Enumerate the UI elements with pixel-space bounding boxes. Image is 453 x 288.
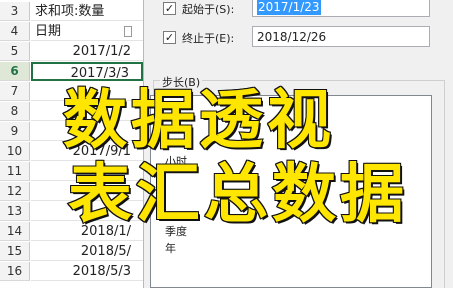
active-cell[interactable]: 2017/3/3 [31, 62, 143, 81]
table-cell[interactable]: 求和项:数量 [31, 2, 143, 21]
screen: 3 求和项:数量 4 日期 5 2017/1/2 6 2017/3/3 7 8 9 10 2017/9/… [0, 0, 453, 288]
row-header[interactable]: 14 [0, 222, 30, 241]
row-header[interactable]: 7 [0, 82, 30, 101]
row-header[interactable]: 5 [0, 42, 30, 61]
row-header[interactable]: 16 [0, 262, 30, 281]
row-header[interactable]: 6 [0, 62, 30, 81]
table-cell[interactable]: 2018/5/3 [31, 262, 143, 281]
overlay-title-line2: 表汇总数据 [67, 158, 408, 232]
row-header[interactable]: 4 [0, 22, 30, 41]
row-header[interactable]: 15 [0, 242, 30, 261]
start-at-value: 2017/1/23 [257, 0, 321, 15]
start-at-label: 起始于(S): [182, 3, 235, 16]
row-header[interactable]: 11 [0, 162, 30, 181]
row-header[interactable]: 13 [0, 202, 30, 221]
row-header[interactable]: 10 [0, 142, 30, 161]
end-at-label: 终止于(E): [182, 32, 235, 45]
row-header[interactable]: 3 [0, 2, 30, 21]
table-cell[interactable]: 2018/5/ [31, 242, 143, 261]
end-at-value: 2018/12/26 [257, 30, 327, 44]
step-item-year[interactable]: 年 [165, 240, 176, 256]
filter-dropdown-icon[interactable] [124, 26, 132, 37]
row-header[interactable]: 8 [0, 102, 30, 121]
end-at-input[interactable]: 2018/12/26 [252, 26, 430, 47]
row-header[interactable]: 9 [0, 122, 30, 141]
table-cell[interactable]: 2017/1/2 [31, 42, 143, 61]
start-at-input[interactable]: 2017/1/23 [252, 0, 430, 17]
overlay-title-line1: 数据透视 [62, 84, 335, 158]
end-at-checkbox[interactable]: ✓ [163, 31, 176, 44]
row-header[interactable]: 12 [0, 182, 30, 201]
start-at-checkbox[interactable]: ✓ [163, 2, 176, 15]
